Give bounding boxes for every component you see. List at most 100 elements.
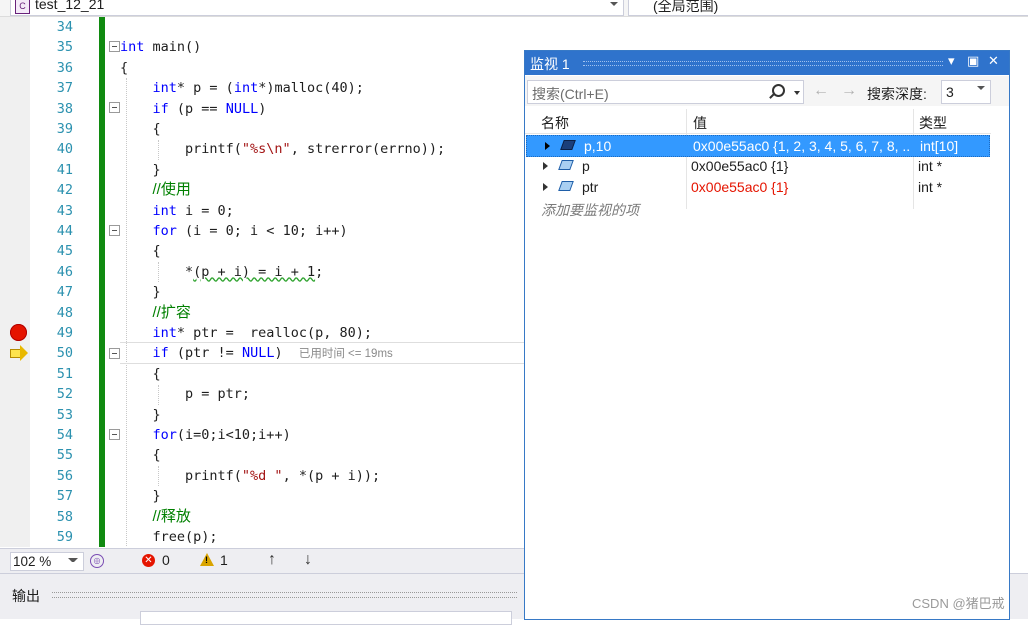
line-number: 51	[56, 365, 73, 382]
line-number: 53	[56, 406, 73, 423]
watch-name[interactable]: ptr	[582, 179, 682, 195]
line-number: 35	[56, 39, 73, 56]
search-depth-dropdown[interactable]: 3	[941, 80, 991, 104]
line-number: 44	[56, 223, 73, 239]
watch-type: int *	[918, 158, 943, 174]
breakpoint-icon[interactable]	[10, 324, 27, 341]
watch-row[interactable]: p,10 0x00e55ac0 {1, 2, 3, 4, 5, 6, 7, 8,…	[526, 135, 990, 157]
column-header-value[interactable]: 值	[693, 113, 707, 133]
output-pane-grip[interactable]	[52, 592, 517, 598]
code-line: p = ptr;	[120, 386, 251, 403]
editor-status-bar: 102 % ◎ ✕ 0 ! 1 ↑ ↓	[0, 548, 525, 573]
elapsed-time-hint: 已用时间 <= 19ms	[298, 348, 393, 361]
add-watch-placeholder[interactable]: 添加要监视的项	[541, 200, 639, 220]
project-dropdown-label: test_12_21	[35, 0, 105, 12]
code-line: //使用	[152, 181, 191, 199]
glyph-margin[interactable]	[0, 17, 30, 547]
error-icon[interactable]: ✕	[142, 554, 155, 567]
variable-icon	[558, 158, 573, 171]
watch-name[interactable]: p	[582, 158, 682, 174]
chevron-down-icon[interactable]	[794, 91, 800, 95]
code-line: *(p + i) = i + 1;	[120, 263, 324, 280]
fold-toggle[interactable]	[109, 225, 120, 236]
line-number: 52	[56, 386, 73, 403]
code-line: int* ptr = realloc(p, 80);	[152, 325, 372, 341]
watch-row[interactable]: ptr 0x00e55ac0 {1} int *	[525, 177, 989, 197]
change-tracking-bar	[99, 17, 105, 547]
line-number: 59	[56, 529, 73, 545]
fold-toggle[interactable]	[109, 41, 120, 52]
code-line: for(i=0;i<10;i++)	[152, 427, 291, 443]
fold-toggle[interactable]	[109, 429, 120, 440]
code-editor[interactable]: int main() { int* p = (int*)malloc(40); …	[120, 17, 530, 547]
warning-icon[interactable]: !	[200, 553, 214, 566]
window-menu-icon[interactable]: ▾	[948, 53, 955, 69]
watch-title: 监视 1	[530, 56, 570, 72]
zoom-value: 102 %	[13, 554, 52, 569]
line-numbers: 34 35 36 37 38 39 40 41 42 43 44 45 46 4…	[30, 17, 76, 547]
error-count[interactable]: 0	[162, 552, 170, 568]
search-forward-button[interactable]: →	[841, 82, 857, 100]
title-grip	[583, 61, 943, 66]
watch-title-bar[interactable]: 监视 1 ▾ ▣ ✕	[525, 51, 1009, 75]
line-number: 42	[56, 182, 73, 199]
search-icon[interactable]	[772, 84, 785, 97]
fold-toggle[interactable]	[109, 102, 120, 113]
search-input[interactable]: 搜索(Ctrl+E)	[527, 80, 804, 104]
previous-issue-button[interactable]: ↑	[268, 551, 276, 569]
line-number: 38	[56, 100, 73, 117]
zoom-dropdown[interactable]: 102 %	[10, 552, 84, 571]
expand-arrow-icon[interactable]	[543, 183, 548, 191]
code-line: {	[120, 59, 129, 76]
code-line: }	[120, 488, 161, 505]
code-line: {	[120, 121, 161, 137]
code-line: if (ptr != NULL) 已用时间 <= 19ms	[152, 345, 393, 362]
column-header-type[interactable]: 类型	[919, 113, 947, 133]
close-icon[interactable]: ✕	[988, 53, 999, 69]
line-number: 56	[56, 467, 73, 484]
warning-count[interactable]: 1	[220, 552, 228, 568]
expand-arrow-icon[interactable]	[543, 162, 548, 170]
maximize-icon[interactable]: ▣	[967, 53, 979, 69]
code-line: //释放	[152, 507, 191, 525]
column-header-name[interactable]: 名称	[541, 113, 569, 133]
line-number: 47	[56, 284, 73, 301]
line-number: 54	[56, 427, 73, 443]
code-line: int i = 0;	[152, 202, 234, 219]
code-line: printf("%s\n", strerror(errno));	[120, 141, 446, 158]
line-number: 37	[56, 80, 73, 97]
watch-toolbar: 搜索(Ctrl+E) ← → 搜索深度: 3	[525, 76, 1009, 106]
watch-window: 监视 1 ▾ ▣ ✕ 搜索(Ctrl+E) ← → 搜索深度: 3 名称 值 类…	[524, 50, 1010, 620]
code-line: }	[120, 161, 161, 178]
line-number: 41	[56, 161, 73, 178]
project-dropdown[interactable]: C test_12_21	[10, 0, 624, 16]
search-back-button[interactable]: ←	[813, 82, 829, 100]
watch-value[interactable]: 0x00e55ac0 {1}	[691, 158, 909, 174]
output-pane-title[interactable]: 输出	[12, 586, 40, 606]
line-number: 57	[56, 488, 73, 505]
watch-value[interactable]: 0x00e55ac0 {1, 2, 3, 4, 5, 6, 7, 8, ...	[693, 138, 911, 154]
scope-dropdown[interactable]: (全局范围)	[628, 0, 1028, 16]
line-number: 48	[56, 304, 73, 321]
watch-name[interactable]: p,10	[584, 138, 684, 154]
add-watch-row[interactable]: 添加要监视的项	[525, 198, 989, 218]
code-line: }	[120, 406, 161, 423]
watch-row[interactable]: p 0x00e55ac0 {1} int *	[525, 156, 989, 176]
watch-type: int[10]	[920, 138, 959, 154]
line-number: 34	[56, 19, 73, 35]
intellicode-icon[interactable]: ◎	[90, 554, 104, 568]
watch-value-changed[interactable]: 0x00e55ac0 {1}	[691, 179, 909, 195]
output-source-dropdown[interactable]	[140, 611, 512, 625]
next-issue-button[interactable]: ↓	[304, 551, 312, 569]
expand-arrow-icon[interactable]	[545, 142, 550, 150]
line-number: 40	[56, 141, 73, 158]
variable-icon	[558, 179, 573, 192]
line-number: 58	[56, 508, 73, 525]
grid-header: 名称 值 类型	[525, 109, 991, 134]
code-line: if (p == NULL)	[152, 100, 267, 117]
variable-icon	[560, 138, 575, 151]
fold-toggle[interactable]	[109, 348, 120, 359]
chevron-down-icon	[977, 86, 985, 90]
chevron-down-icon	[610, 2, 618, 6]
line-number: 36	[56, 59, 73, 76]
